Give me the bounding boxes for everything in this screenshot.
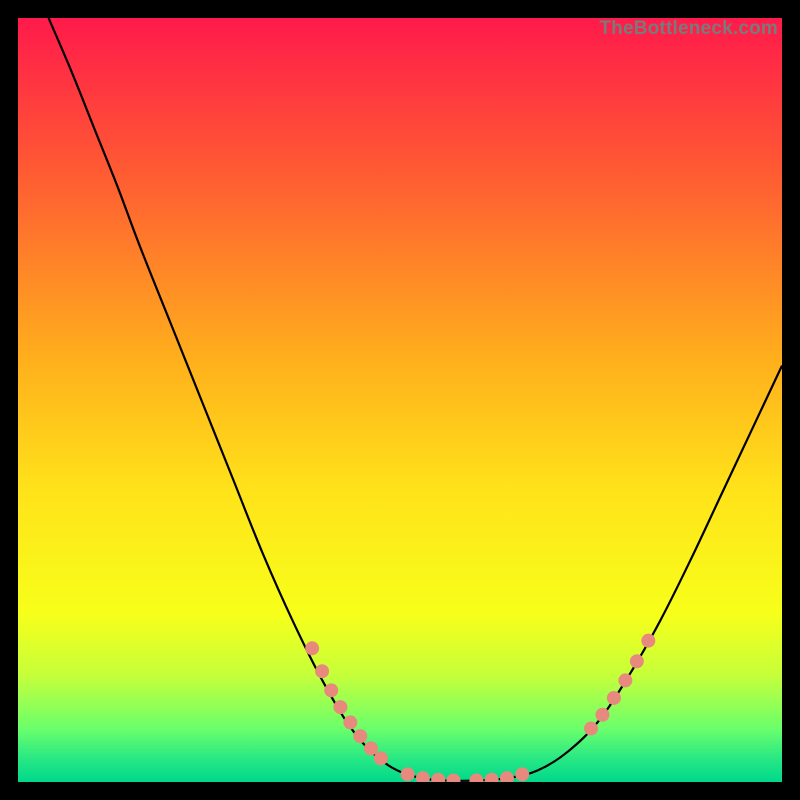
data-marker	[515, 767, 529, 781]
data-marker	[343, 715, 357, 729]
data-marker	[595, 708, 609, 722]
data-marker	[364, 741, 378, 755]
chart-frame: TheBottleneck.com	[18, 18, 782, 782]
data-marker	[333, 700, 347, 714]
data-marker	[305, 641, 319, 655]
data-marker	[618, 673, 632, 687]
data-marker	[630, 654, 644, 668]
data-marker	[324, 683, 338, 697]
data-marker	[374, 751, 388, 765]
chart-svg: TheBottleneck.com	[18, 18, 782, 782]
data-marker	[401, 767, 415, 781]
data-marker	[315, 664, 329, 678]
watermark-text: TheBottleneck.com	[599, 18, 778, 39]
data-marker	[353, 729, 367, 743]
data-marker	[584, 722, 598, 736]
gradient-background	[18, 18, 782, 782]
data-marker	[607, 691, 621, 705]
data-marker	[641, 634, 655, 648]
